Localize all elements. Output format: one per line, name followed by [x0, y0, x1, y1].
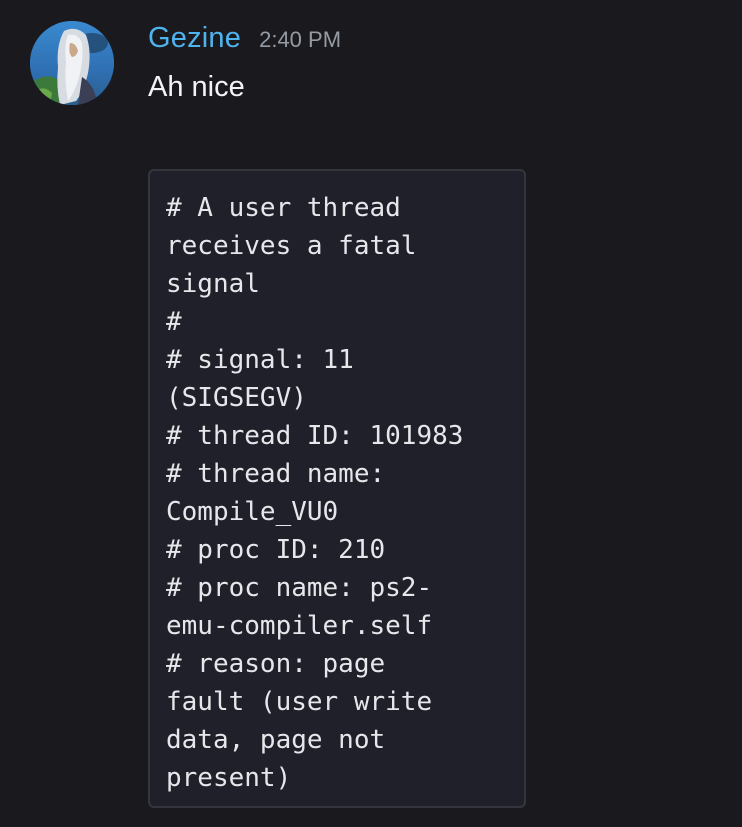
- code-line: # proc ID: 210: [166, 535, 386, 565]
- message-text: Ah nice: [148, 71, 245, 103]
- username[interactable]: Gezine: [148, 22, 241, 55]
- code-line: emu-compiler.self: [166, 611, 433, 641]
- code-line: receives a fatal: [166, 231, 417, 261]
- code-line: #: [166, 307, 182, 337]
- user-avatar[interactable]: [30, 21, 114, 105]
- code-line: # proc name: ps2-: [166, 573, 433, 603]
- code-line: signal: [166, 269, 260, 299]
- avatar-image: [30, 21, 114, 105]
- code-line: fault (user write: [166, 687, 433, 717]
- message-header: Gezine 2:40 PM: [148, 22, 341, 62]
- code-line: data, page not: [166, 725, 386, 755]
- code-line: # signal: 11: [166, 345, 354, 375]
- code-text: # A user thread receives a fatal signal …: [166, 189, 514, 797]
- code-line: present): [166, 763, 292, 793]
- code-line: (SIGSEGV): [166, 383, 307, 413]
- code-line: # reason: page: [166, 649, 386, 679]
- code-line: # A user thread: [166, 193, 401, 223]
- code-line: # thread name:: [166, 459, 386, 489]
- code-line: # thread ID: 101983: [166, 421, 464, 451]
- chat-message: Gezine 2:40 PM Ah nice # A user thread r…: [0, 0, 742, 827]
- code-line: Compile_VU0: [166, 497, 339, 527]
- code-block: # A user thread receives a fatal signal …: [148, 169, 526, 808]
- timestamp: 2:40 PM: [259, 27, 342, 52]
